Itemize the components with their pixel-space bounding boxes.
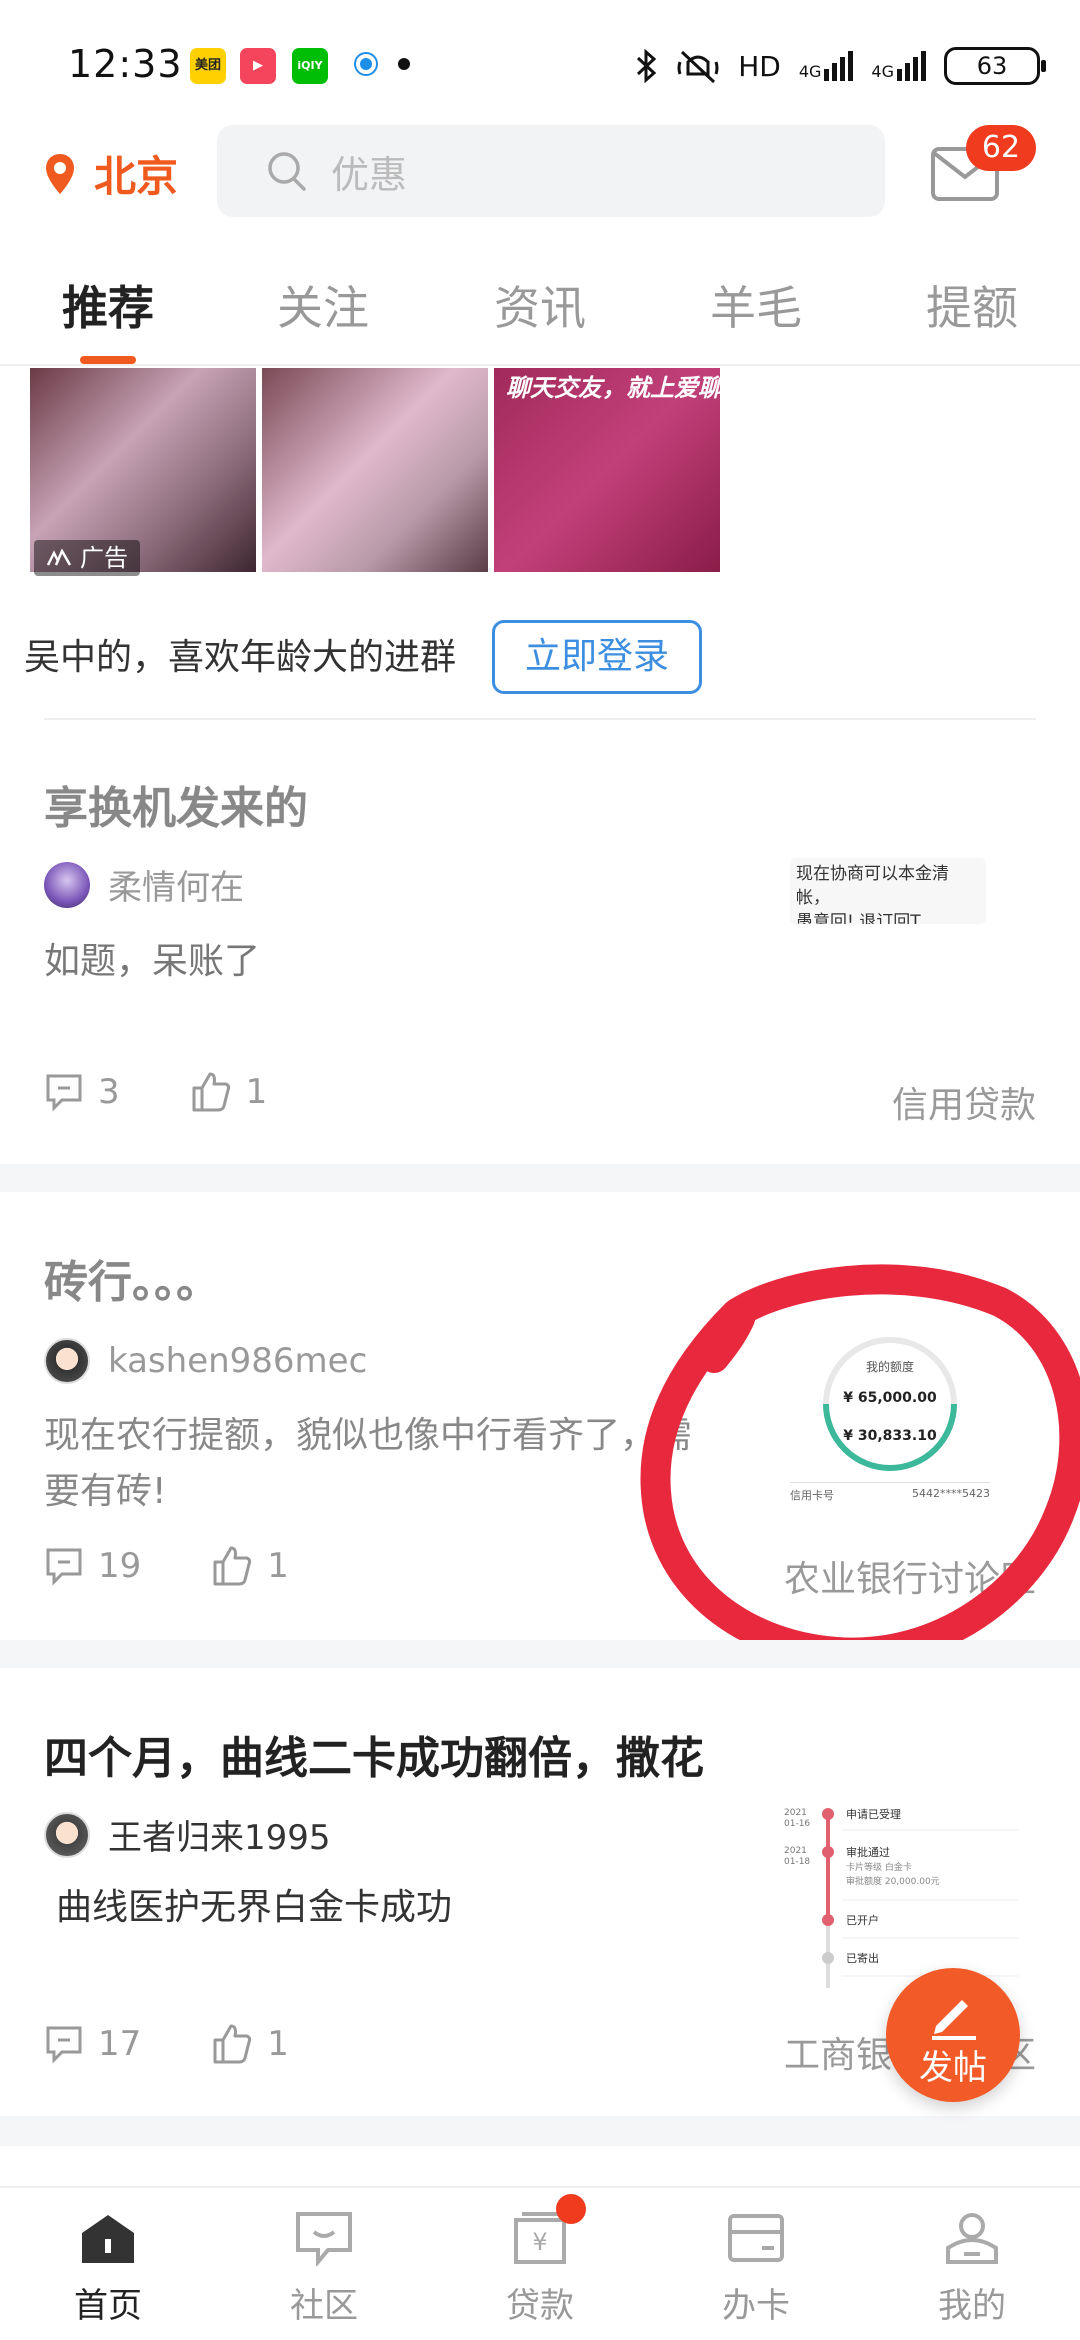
bottom-navigation: 首页 社区 ¥ 贷款 办卡 我的 [0,2186,1080,2340]
author-name: 柔情何在 [108,868,244,908]
ad-image-2[interactable] [262,368,488,572]
post-title[interactable]: 四个月，曲线二卡成功翻倍，撒花 [44,1722,704,1786]
nav-community[interactable]: 社区 [254,2198,394,2327]
home-icon [82,2215,134,2263]
like-count[interactable]: 1 [211,2024,289,2064]
nav-label: 社区 [290,2286,358,2326]
post-body: 如题，呆账了 [44,941,261,982]
tab-recommend[interactable]: 推荐 [38,272,178,338]
status-bar: 12:33 美团 ▶ iQIY HD 4G 4G 63 [0,0,1080,130]
post-thumbnail[interactable]: 2021 01-16 申请已受理 2021 01-18 审批通过 卡片等级 白金… [782,1800,1022,1996]
nav-loans[interactable]: ¥ 贷款 [470,2198,610,2327]
nav-label: 首页 [74,2286,142,2326]
post-category[interactable]: 信用贷款 [892,1076,1036,1128]
community-icon [296,2212,352,2266]
post-title[interactable]: 享换机发来的 [44,772,308,836]
divider [44,718,1036,720]
meituan-icon: 美团 [190,48,226,84]
nav-label: 我的 [938,2286,1006,2326]
nav-apply-card[interactable]: 办卡 [686,2198,826,2327]
thumbs-up-icon [213,2024,252,2064]
svg-text:¥: ¥ [532,2228,547,2256]
nav-profile[interactable]: 我的 [902,2198,1042,2327]
post-body: 曲线医护无界白金卡成功 [56,1887,453,1928]
battery-icon: 63 [944,47,1046,85]
like-count[interactable]: 1 [190,1072,267,1112]
comment-icon [46,1548,82,1586]
profile-icon [946,2213,998,2264]
ad-image-text: 聊天交友，就上爱聊！ [506,374,746,402]
post-title[interactable]: 砖行。。。 [44,1246,220,1310]
comment-icon [46,1074,82,1112]
thumbs-up-icon [213,1546,252,1586]
browser-icon [356,54,376,74]
bluetooth-icon [637,49,657,83]
city-label: 北京 [94,152,179,201]
author-name: kashen986mec [108,1341,368,1381]
author-name: 王者归来1995 [108,1818,331,1858]
signal-2-icon: 4G [871,51,926,81]
active-tab-indicator [80,356,136,364]
video-icon: ▶ [240,48,276,84]
comment-count[interactable]: 17 [44,2024,141,2064]
section-separator [0,1164,1080,1192]
avatar [44,1811,90,1858]
tab-news[interactable]: 资讯 [470,272,610,338]
tab-credit-increase[interactable]: 提额 [902,272,1042,338]
status-time: 12:33 [68,42,183,86]
mute-icon [677,50,719,84]
post-stats: 17 1 [44,2024,359,2064]
city-selector[interactable]: 北京 [44,143,178,204]
new-post-button[interactable]: 发帖 [886,1968,1020,2102]
post-author[interactable]: kashen986mec [44,1338,367,1384]
post-stats: 19 1 [44,1546,359,1586]
comment-count[interactable]: 3 [44,1072,120,1112]
nav-label: 办卡 [722,2286,790,2326]
nav-label: 贷款 [506,2286,574,2326]
card-icon [728,2214,784,2262]
ad-tag-label: 广告 [80,544,128,572]
top-header: 北京 优惠 62 [0,125,1080,221]
post-author[interactable]: 柔情何在 [44,860,244,909]
red-circle-annotation [640,1264,1080,1668]
thumbs-up-icon [192,1072,230,1112]
comment-count[interactable]: 19 [44,1546,141,1586]
pencil-icon [932,2000,976,2040]
post-thumbnail[interactable]: 现在协商可以本金清帐， 愚意回!.退订回T [790,858,986,924]
new-post-label: 发帖 [919,2048,987,2088]
search-icon [268,152,306,191]
avatar [44,1338,90,1384]
mail-badge: 62 [966,125,1036,171]
tab-deals[interactable]: 羊毛 [686,272,826,338]
more-notifications-icon [398,58,410,70]
login-button[interactable]: 立即登录 [492,620,702,694]
search-input[interactable]: 优惠 [217,125,885,217]
search-placeholder: 优惠 [331,152,408,197]
comment-icon [46,2026,82,2064]
ad-logo-icon [46,549,72,566]
hd-indicator: HD [738,49,781,83]
section-separator [0,1640,1080,1668]
ad-text[interactable]: 吴中的，喜欢年龄大的进群 [24,628,456,680]
loan-notification-dot [556,2194,586,2224]
location-pin-icon [46,153,74,194]
post-author[interactable]: 王者归来1995 [44,1810,331,1859]
category-tabs: 推荐 关注 资讯 羊毛 提额 [0,260,1080,366]
tab-follow[interactable]: 关注 [253,272,393,338]
post-stats: 3 1 [44,1072,337,1112]
ad-tag: 广告 [34,540,140,576]
avatar [44,861,90,908]
like-count[interactable]: 1 [211,1546,289,1586]
section-separator [0,2116,1080,2146]
iqiyi-icon: iQIY [292,48,328,84]
signal-1-icon: 4G [799,51,854,81]
nav-home[interactable]: 首页 [38,2198,178,2327]
